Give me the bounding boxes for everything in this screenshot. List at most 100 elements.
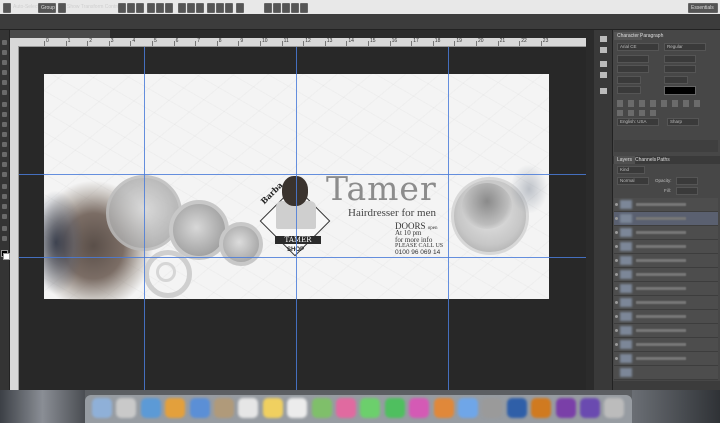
visibility-eye-icon[interactable] [615, 245, 618, 248]
blend-mode-dropdown[interactable]: Normal [617, 177, 649, 185]
tracking-field[interactable] [664, 65, 696, 73]
appstore-icon[interactable] [458, 398, 478, 418]
distribute-left-icon[interactable] [207, 3, 215, 13]
contacts-icon[interactable] [214, 398, 234, 418]
language-dropdown[interactable]: English: USA [617, 118, 659, 126]
shape-tool-icon[interactable] [2, 214, 7, 219]
guide-horizontal[interactable] [19, 174, 586, 175]
eyedropper-tool-icon[interactable] [2, 90, 7, 95]
pen-tool-icon[interactable] [2, 184, 7, 189]
type-tool-icon[interactable] [2, 194, 7, 199]
guide-vertical[interactable] [144, 47, 145, 390]
distribute-top-icon[interactable] [178, 3, 186, 13]
align-right-icon[interactable] [165, 3, 173, 13]
distribute-hcenter-icon[interactable] [216, 3, 224, 13]
antialias-dropdown[interactable]: Sharp [667, 118, 699, 126]
photos-icon[interactable] [336, 398, 356, 418]
properties-panel-icon[interactable] [600, 47, 607, 53]
font-style-dropdown[interactable]: Regular [664, 43, 706, 51]
premiere-icon[interactable] [555, 398, 576, 418]
visibility-eye-icon[interactable] [615, 273, 618, 276]
layer-filter-kind[interactable]: Kind [617, 166, 645, 174]
reminders-icon[interactable] [287, 398, 308, 418]
visibility-eye-icon[interactable] [615, 357, 618, 360]
baseline-shift-field[interactable] [617, 86, 641, 94]
mail-icon[interactable] [189, 398, 210, 418]
visibility-eye-icon[interactable] [615, 259, 618, 262]
font-family-dropdown[interactable]: Arial CE [617, 43, 659, 51]
visibility-eye-icon[interactable] [615, 343, 618, 346]
3d-pan-icon[interactable] [291, 3, 299, 13]
lasso-tool-icon[interactable] [2, 60, 7, 65]
tab-paragraph[interactable]: Paragraph [637, 32, 666, 40]
chrome-icon[interactable] [165, 398, 186, 418]
horizontal-scale-field[interactable] [664, 76, 688, 84]
maps-icon[interactable] [311, 398, 332, 418]
align-hcenter-icon[interactable] [156, 3, 164, 13]
path-selection-tool-icon[interactable] [2, 204, 7, 209]
visibility-eye-icon[interactable] [615, 329, 618, 332]
dodge-tool-icon[interactable] [2, 172, 7, 177]
visibility-eye-icon[interactable] [615, 287, 618, 290]
leading-field[interactable] [664, 55, 696, 63]
faux-style-buttons[interactable] [617, 100, 705, 107]
ruler-horizontal[interactable]: 0 1 2 3 4 5 6 7 8 9 10 11 12 13 14 15 16 17 18 19 20 21 22 23 [10, 38, 586, 47]
calendar-icon[interactable] [238, 398, 259, 418]
ibooks-icon[interactable] [433, 398, 454, 418]
quick-select-tool-icon[interactable] [2, 70, 7, 75]
crop-tool-icon[interactable] [2, 80, 7, 85]
guide-vertical[interactable] [296, 47, 297, 390]
align-bottom-icon[interactable] [136, 3, 144, 13]
brush-panel-icon[interactable] [600, 61, 607, 67]
visibility-eye-icon[interactable] [615, 203, 618, 206]
visibility-eye-icon[interactable] [615, 315, 618, 318]
tab-paths[interactable]: Paths [654, 156, 673, 164]
marquee-tool-icon[interactable] [2, 50, 7, 55]
document-tab[interactable] [10, 30, 110, 38]
notes-icon[interactable] [262, 398, 283, 418]
show-transform-checkbox[interactable] [58, 3, 66, 13]
safari-icon[interactable] [140, 398, 161, 418]
gradient-tool-icon[interactable] [2, 152, 7, 157]
illustrator-icon[interactable] [531, 398, 552, 418]
brush-tool-icon[interactable] [2, 112, 7, 117]
font-size-field[interactable] [617, 55, 649, 63]
align-left-icon[interactable] [147, 3, 155, 13]
distribute-vcenter-icon[interactable] [187, 3, 195, 13]
zoom-tool-icon[interactable] [2, 236, 7, 241]
healing-tool-icon[interactable] [2, 102, 7, 107]
auto-align-icon[interactable] [236, 3, 244, 13]
ruler-vertical[interactable] [10, 46, 19, 390]
guide-vertical[interactable] [448, 47, 449, 390]
workspace-switcher[interactable]: Essentials [688, 3, 718, 13]
visibility-eye-icon[interactable] [615, 301, 618, 304]
clone-source-panel-icon[interactable] [600, 72, 607, 78]
launchpad-icon[interactable] [116, 398, 137, 418]
move-tool-icon[interactable] [2, 40, 7, 45]
history-panel-icon[interactable] [600, 36, 607, 42]
text-color-swatch[interactable] [664, 86, 696, 95]
distribute-right-icon[interactable] [225, 3, 233, 13]
hand-tool-icon[interactable] [2, 226, 7, 231]
3d-mode-icon[interactable] [264, 3, 272, 13]
facetime-icon[interactable] [384, 398, 405, 418]
guide-horizontal[interactable] [19, 257, 586, 258]
visibility-eye-icon[interactable] [615, 231, 618, 234]
auto-select-dropdown[interactable]: Group [38, 3, 56, 13]
preferences-icon[interactable] [482, 398, 503, 418]
photoshop-icon[interactable] [506, 398, 527, 418]
messages-icon[interactable] [360, 398, 381, 418]
trash-icon[interactable] [604, 398, 625, 418]
align-top-icon[interactable] [118, 3, 126, 13]
3d-roll-icon[interactable] [282, 3, 290, 13]
3d-rotate-icon[interactable] [273, 3, 281, 13]
opacity-field[interactable] [676, 177, 698, 185]
finder-icon[interactable] [92, 398, 112, 418]
aftereffects-icon[interactable] [580, 398, 600, 418]
itunes-icon[interactable] [409, 398, 430, 418]
vertical-scale-field[interactable] [617, 76, 641, 84]
clone-stamp-tool-icon[interactable] [2, 122, 7, 127]
3d-slide-icon[interactable] [300, 3, 308, 13]
fill-field[interactable] [676, 187, 698, 195]
visibility-eye-icon[interactable] [615, 217, 618, 220]
